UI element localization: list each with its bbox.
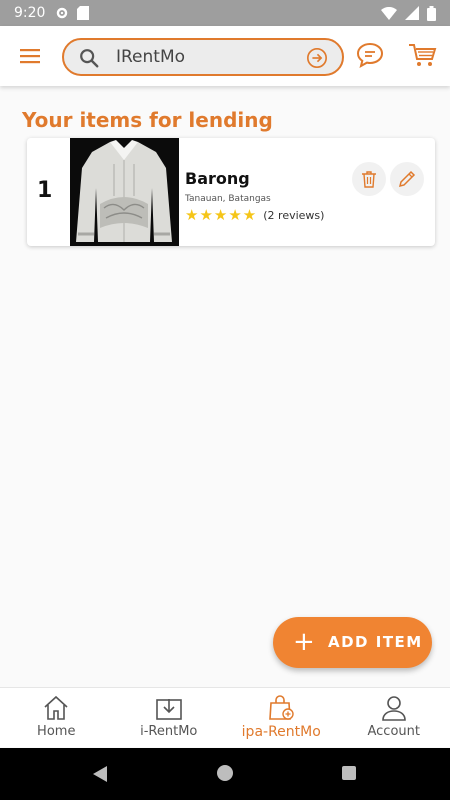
chat-button[interactable] <box>356 42 384 72</box>
sd-card-icon <box>77 6 90 20</box>
barong-shirt-image <box>70 138 179 246</box>
back-icon[interactable] <box>92 765 108 783</box>
chat-icon <box>356 42 384 69</box>
add-item-button[interactable]: + ADD ITEM <box>273 617 432 668</box>
recents-square-icon[interactable] <box>342 766 356 780</box>
nav-item-account[interactable]: Account <box>338 688 450 747</box>
settings-icon <box>57 7 68 19</box>
signal-icon <box>405 6 419 20</box>
search-icon <box>80 49 99 68</box>
system-navigation-bar <box>0 748 450 800</box>
status-bar: 9:20 <box>0 0 450 26</box>
search-bar[interactable]: IRentMo <box>62 38 344 76</box>
house-icon <box>44 695 68 720</box>
review-count: (2 reviews) <box>263 208 325 222</box>
star-rating-icons: ★★★★★ <box>185 206 258 224</box>
box-icon <box>155 699 182 720</box>
item-image <box>70 138 179 246</box>
trash-icon <box>362 171 376 188</box>
person-icon <box>381 696 406 721</box>
item-rating: ★★★★★ (2 reviews) <box>185 206 324 224</box>
nav-label: Account <box>367 724 421 739</box>
plus-icon: + <box>293 627 315 657</box>
nav-label: ipa-RentMo <box>241 724 321 740</box>
page-title: Your items for lending <box>22 108 273 132</box>
item-index: 1 <box>37 178 53 203</box>
arrow-right-circle-icon[interactable] <box>306 47 328 69</box>
cart-icon <box>409 44 437 66</box>
pencil-icon <box>398 170 416 188</box>
bag-icon <box>269 695 294 720</box>
cart-button[interactable] <box>408 42 438 72</box>
add-item-label: ADD ITEM <box>328 633 423 651</box>
nav-label: Home <box>37 724 76 739</box>
list-item[interactable]: 1 Barong Tanauan, Batangas ★★★★★ (2 revi… <box>27 138 435 246</box>
nav-item-ipa-rentmo[interactable]: ipa-RentMo <box>225 688 338 747</box>
item-location: Tanauan, Batangas <box>185 194 271 204</box>
bottom-navigation: Home i-RentMo ipa-RentMo Account <box>0 687 450 747</box>
delete-item-button[interactable] <box>352 162 386 196</box>
nav-label: i-RentMo <box>140 724 198 739</box>
status-time: 9:20 <box>14 5 46 21</box>
item-name: Barong <box>185 169 250 188</box>
home-circle-icon[interactable] <box>217 765 233 781</box>
nav-item-i-rentmo[interactable]: i-RentMo <box>113 688 226 747</box>
edit-item-button[interactable] <box>390 162 424 196</box>
menu-button[interactable] <box>18 44 42 68</box>
menu-icon <box>20 49 40 64</box>
app-bar: IRentMo <box>0 26 450 86</box>
wifi-icon <box>381 6 397 20</box>
search-input[interactable]: IRentMo <box>116 47 185 67</box>
battery-icon <box>427 5 436 21</box>
nav-item-home[interactable]: Home <box>0 688 113 747</box>
